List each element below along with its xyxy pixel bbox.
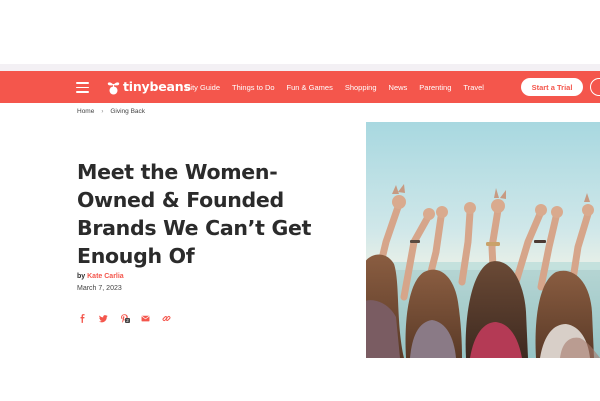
nav-things-to-do[interactable]: Things to Do bbox=[232, 83, 275, 92]
email-icon[interactable] bbox=[139, 312, 151, 324]
logo-text: tinybeans bbox=[123, 78, 191, 94]
main-nav: City Guide Things to Do Fun & Games Shop… bbox=[185, 71, 496, 103]
share-bar: 2 bbox=[76, 312, 181, 324]
hero-image bbox=[366, 122, 600, 358]
bean-logo-icon bbox=[107, 82, 120, 95]
byline-prefix: by bbox=[77, 273, 86, 280]
nav-news[interactable]: News bbox=[389, 83, 408, 92]
site-header: tinybeans City Guide Things to Do Fun & … bbox=[0, 71, 600, 103]
account-button[interactable] bbox=[590, 78, 600, 96]
twitter-icon[interactable] bbox=[97, 312, 109, 324]
facebook-icon[interactable] bbox=[76, 312, 88, 324]
link-icon[interactable] bbox=[160, 312, 172, 324]
nav-parenting[interactable]: Parenting bbox=[419, 83, 451, 92]
nav-shopping[interactable]: Shopping bbox=[345, 83, 377, 92]
publish-date: March 7, 2023 bbox=[77, 285, 122, 292]
article-title: Meet the Women-Owned & Founded Brands We… bbox=[77, 160, 312, 268]
breadcrumb-giving-back[interactable]: Giving Back bbox=[110, 108, 145, 115]
nav-fun-games[interactable]: Fun & Games bbox=[287, 83, 333, 92]
nav-travel[interactable]: Travel bbox=[463, 83, 484, 92]
pin-count-badge: 2 bbox=[125, 318, 130, 323]
breadcrumb: Home › Giving Back bbox=[77, 108, 145, 115]
menu-icon[interactable] bbox=[76, 81, 89, 93]
start-trial-button[interactable]: Start a Trial bbox=[521, 78, 583, 96]
top-strip bbox=[0, 64, 600, 71]
nav-city-guide[interactable]: City Guide bbox=[185, 83, 220, 92]
pinterest-icon[interactable]: 2 bbox=[118, 312, 130, 324]
author-link[interactable]: Kate Carlia bbox=[87, 273, 124, 280]
women-raising-hands-photo bbox=[366, 122, 600, 358]
breadcrumb-separator: › bbox=[101, 108, 104, 115]
breadcrumb-home[interactable]: Home bbox=[77, 108, 94, 115]
byline: by Kate Carlia bbox=[77, 273, 124, 280]
site-logo[interactable]: tinybeans bbox=[106, 78, 191, 96]
